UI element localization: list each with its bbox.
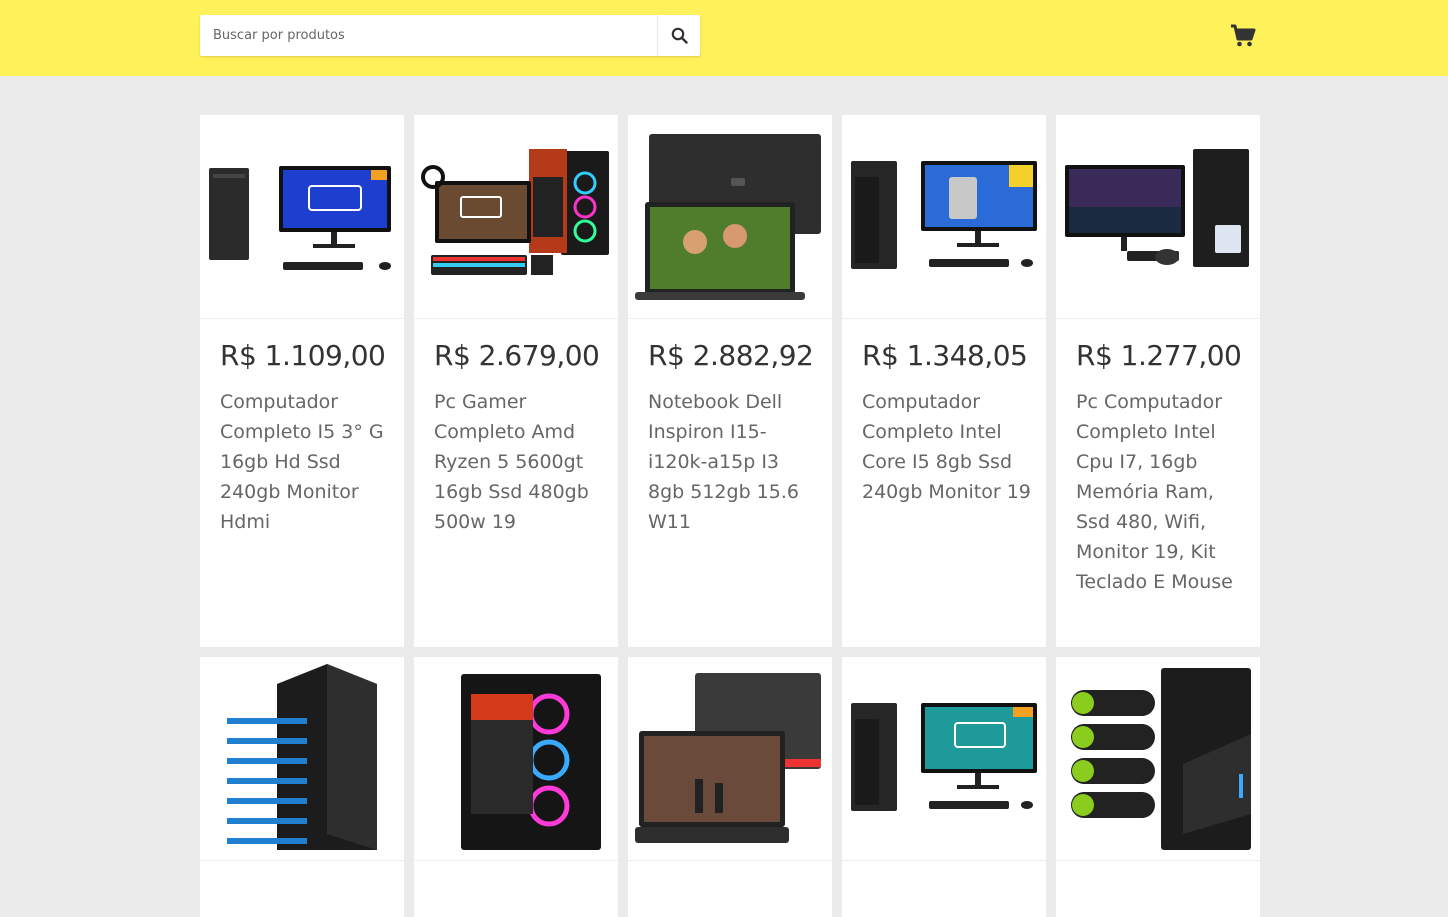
- desktop-pc-image: [1065, 148, 1249, 267]
- product-card[interactable]: R$ 1.109,00 Computador Completo I5 3° G …: [200, 115, 404, 647]
- search-box: [200, 15, 700, 56]
- product-card[interactable]: [1056, 657, 1260, 917]
- desktop-pc-image: [851, 702, 1037, 811]
- cart-button[interactable]: [1229, 22, 1257, 50]
- product-title: Notebook Dell Inspiron I15-i120k-a15p I3…: [648, 391, 799, 533]
- cart-icon: [1231, 24, 1256, 47]
- product-price: R$ 1.109,00: [220, 339, 386, 372]
- product-title: Computador Completo I5 3° G 16gb Hd Ssd …: [220, 391, 384, 533]
- product-image: [200, 115, 404, 319]
- product-image: [414, 657, 618, 861]
- header-bar: [0, 0, 1448, 76]
- desktop-pc-image: [851, 160, 1037, 269]
- product-card[interactable]: [414, 657, 618, 917]
- product-price: R$ 2.679,00: [434, 339, 600, 372]
- product-card[interactable]: R$ 2.679,00 Pc Gamer Completo Amd Ryzen …: [414, 115, 618, 647]
- product-image: [200, 657, 404, 861]
- product-price: R$ 1.277,00: [1076, 339, 1242, 372]
- product-image: [1056, 657, 1260, 861]
- product-title: Computador Completo Intel Core I5 8gb Ss…: [862, 391, 1031, 503]
- desktop-pc-image: [209, 165, 391, 270]
- product-card[interactable]: [200, 657, 404, 917]
- laptop-image: [635, 133, 821, 300]
- product-image: [842, 657, 1046, 861]
- product-card[interactable]: R$ 2.882,92 Notebook Dell Inspiron I15-i…: [628, 115, 832, 647]
- search-button[interactable]: [657, 15, 700, 56]
- search-icon: [671, 27, 688, 44]
- product-image: [628, 657, 832, 861]
- product-card[interactable]: [842, 657, 1046, 917]
- gamer-pc-tower-image: [461, 673, 601, 850]
- product-price: R$ 1.348,05: [862, 339, 1028, 372]
- product-title: Pc Gamer Completo Amd Ryzen 5 5600gt 16g…: [434, 391, 589, 533]
- product-image: [414, 115, 618, 319]
- pc-tower-image: [1071, 667, 1251, 850]
- search-input[interactable]: [200, 15, 657, 56]
- product-image: [1056, 115, 1260, 319]
- laptop-image: [635, 672, 821, 843]
- product-title: Pc Computador Completo Intel Cpu I7, 16g…: [1076, 391, 1233, 593]
- product-card[interactable]: [628, 657, 832, 917]
- product-card[interactable]: R$ 1.348,05 Computador Completo Intel Co…: [842, 115, 1046, 647]
- product-image: [842, 115, 1046, 319]
- gamer-pc-image: [421, 148, 609, 275]
- product-price: R$ 2.882,92: [648, 339, 814, 372]
- product-card[interactable]: R$ 1.277,00 Pc Computador Completo Intel…: [1056, 115, 1260, 647]
- pc-tower-image: [227, 663, 377, 850]
- product-image: [628, 115, 832, 319]
